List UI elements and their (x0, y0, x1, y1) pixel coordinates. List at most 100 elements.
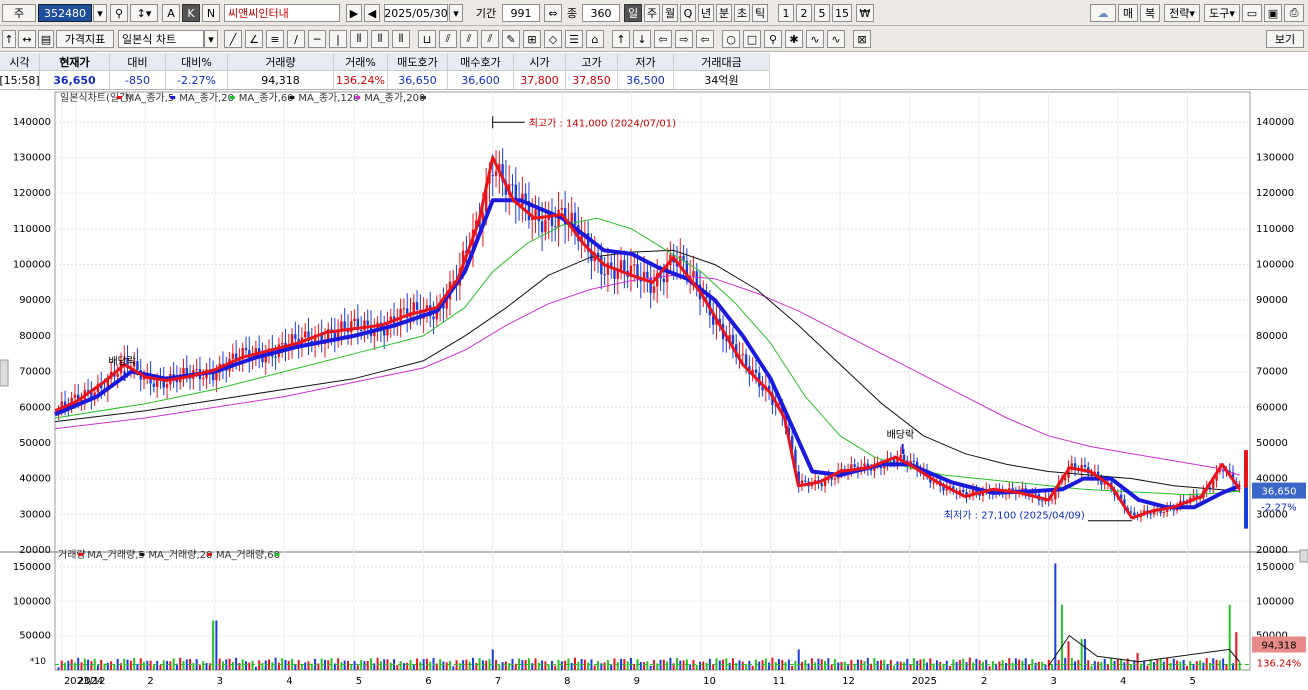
won-button[interactable]: ₩ (856, 4, 874, 22)
price-tick-left: 50000 (19, 438, 51, 449)
draw-tool-right[interactable]: ⇨ (675, 30, 693, 48)
chart-type-dropdown[interactable]: ▾ (204, 30, 218, 48)
interval-year[interactable]: 년 (698, 4, 714, 22)
volume-bar (310, 663, 313, 670)
draw-tool-up[interactable]: ↑ (612, 30, 630, 48)
cloud-button[interactable]: ☁ (1090, 4, 1116, 22)
draw-tool-back[interactable]: ⇦ (696, 30, 714, 48)
print-button[interactable]: ⎙ (1284, 4, 1304, 22)
draw-tool-box[interactable]: ⊔ (418, 30, 436, 48)
draw-tool-clear[interactable]: ⊠ (853, 30, 871, 48)
chart-type-select[interactable]: 일본식 차트 (118, 30, 204, 48)
tools-button[interactable]: 도구 ▾ (1204, 4, 1240, 22)
button-label: 복 (1144, 7, 1156, 20)
count-input[interactable]: 360 (582, 4, 620, 22)
date-input[interactable]: 2025/05/30 (384, 4, 448, 22)
clear-icon: ⊠ (857, 32, 867, 46)
next-button[interactable]: ▶ (346, 4, 362, 22)
draw-tool-menu[interactable]: ☰ (565, 30, 583, 48)
open-folder-button[interactable]: ▭ (1242, 4, 1262, 22)
draw-tool-wave1[interactable]: ∿ (806, 30, 824, 48)
volume-bar (264, 660, 267, 670)
price-tick-right: 120000 (1256, 188, 1294, 199)
draw-tool-cycle3[interactable]: ⦀ (392, 30, 410, 48)
price-legend-item: MA_종가,5 (126, 92, 174, 104)
quote-value: 36,650 (388, 71, 448, 89)
draw-tool-magic[interactable]: ✱ (785, 30, 803, 48)
mode-button-a[interactable]: A (162, 4, 180, 22)
candle-body (215, 372, 218, 381)
save-button[interactable]: ▣ (1264, 4, 1282, 22)
candle-body (402, 308, 406, 310)
draw-tool-trend[interactable]: ∕ (287, 30, 305, 48)
draw-tool-wave2[interactable]: ∿ (827, 30, 845, 48)
draw-tool-circle[interactable]: ○ (722, 30, 740, 48)
price-chart[interactable]: 140000 140000 130000 130000 120000 120000 1100… (0, 90, 1308, 687)
interval-1[interactable]: 1 (778, 4, 794, 22)
interval-tick[interactable]: 틱 (752, 4, 768, 22)
interval-15[interactable]: 15 (832, 4, 852, 22)
draw-tool-angle[interactable]: ∠ (245, 30, 263, 48)
draw-tool-hline[interactable]: ─ (308, 30, 326, 48)
move-button[interactable]: ↔ (18, 30, 36, 48)
draw-tool-channel1[interactable]: ⫽ (439, 30, 457, 48)
save-icon: ▣ (1267, 6, 1279, 20)
period-input[interactable]: 991 (502, 4, 540, 22)
scroll-up-button[interactable]: ↑ (2, 30, 16, 48)
draw-tool-channel3[interactable]: ⫽ (481, 30, 499, 48)
volume-bar (899, 661, 902, 670)
draw-tool-home[interactable]: ⌂ (586, 30, 604, 48)
search-button[interactable]: ⚲ (110, 4, 128, 22)
candle-body (202, 378, 205, 380)
interval-second[interactable]: 초 (734, 4, 750, 22)
x-axis-label: 3 (1051, 676, 1057, 687)
volume-bar (675, 658, 678, 670)
sort-button[interactable]: ↕▾ (130, 4, 158, 22)
current-range-down (1244, 487, 1248, 529)
interval-5[interactable]: 5 (814, 4, 830, 22)
draw-tool-left[interactable]: ⇦ (654, 30, 672, 48)
volume-bar (1218, 660, 1221, 670)
interval-month[interactable]: 월 (662, 4, 678, 22)
indicator-icon-button[interactable]: ▤ (38, 30, 54, 48)
draw-tool-pen[interactable]: ✎ (502, 30, 520, 48)
interval-2[interactable]: 2 (796, 4, 812, 22)
draw-tool-cycle2[interactable]: ⦀ (371, 30, 389, 48)
chevron-down-icon: ▾ (453, 6, 459, 20)
draw-tool-fibo[interactable]: ≡ (266, 30, 284, 48)
strategy-button[interactable]: 전략 ▾ (1164, 4, 1200, 22)
draw-tool-shape[interactable]: ◇ (544, 30, 562, 48)
volume-bar (1070, 657, 1073, 670)
volume-bar (889, 660, 892, 670)
volume-bar (1110, 657, 1113, 670)
draw-tool-vline[interactable]: | (329, 30, 347, 48)
interval-day[interactable]: 일 (624, 4, 642, 22)
market-selector[interactable]: 주 (2, 4, 36, 22)
draw-tool-channel2[interactable]: ⫽ (460, 30, 478, 48)
fit-button[interactable]: ⇔ (544, 4, 562, 22)
view-button[interactable]: 보기 (1266, 30, 1304, 48)
stock-code-input[interactable]: 352480 (38, 4, 92, 22)
mode-button-k[interactable]: K (182, 4, 200, 22)
compound-button[interactable]: 복 (1140, 4, 1160, 22)
draw-tool-cycle1[interactable]: ⦀ (350, 30, 368, 48)
code-dropdown[interactable]: ▾ (93, 4, 107, 22)
volume-bar (797, 649, 800, 670)
buy-sell-button[interactable]: 매 (1118, 4, 1138, 22)
indicator-button[interactable]: 가격지표 (56, 30, 114, 48)
interval-quarter[interactable]: Q (680, 4, 696, 22)
draw-tool-down[interactable]: ↓ (633, 30, 651, 48)
volume-bar (162, 660, 165, 670)
volume-bar (448, 661, 451, 670)
prev-button[interactable]: ◀ (364, 4, 380, 22)
mode-button-n[interactable]: N (202, 4, 220, 22)
volume-bar (991, 661, 994, 670)
draw-tool-rect[interactable]: □ (743, 30, 761, 48)
draw-tool-zoom[interactable]: ⚲ (764, 30, 782, 48)
interval-week[interactable]: 주 (644, 4, 660, 22)
draw-tool-grid[interactable]: ⊞ (523, 30, 541, 48)
date-dropdown[interactable]: ▾ (449, 4, 463, 22)
draw-tool-line[interactable]: ╱ (224, 30, 242, 48)
stock-name-field[interactable]: 씨앤씨인터내 (224, 4, 340, 22)
interval-minute[interactable]: 분 (716, 4, 732, 22)
